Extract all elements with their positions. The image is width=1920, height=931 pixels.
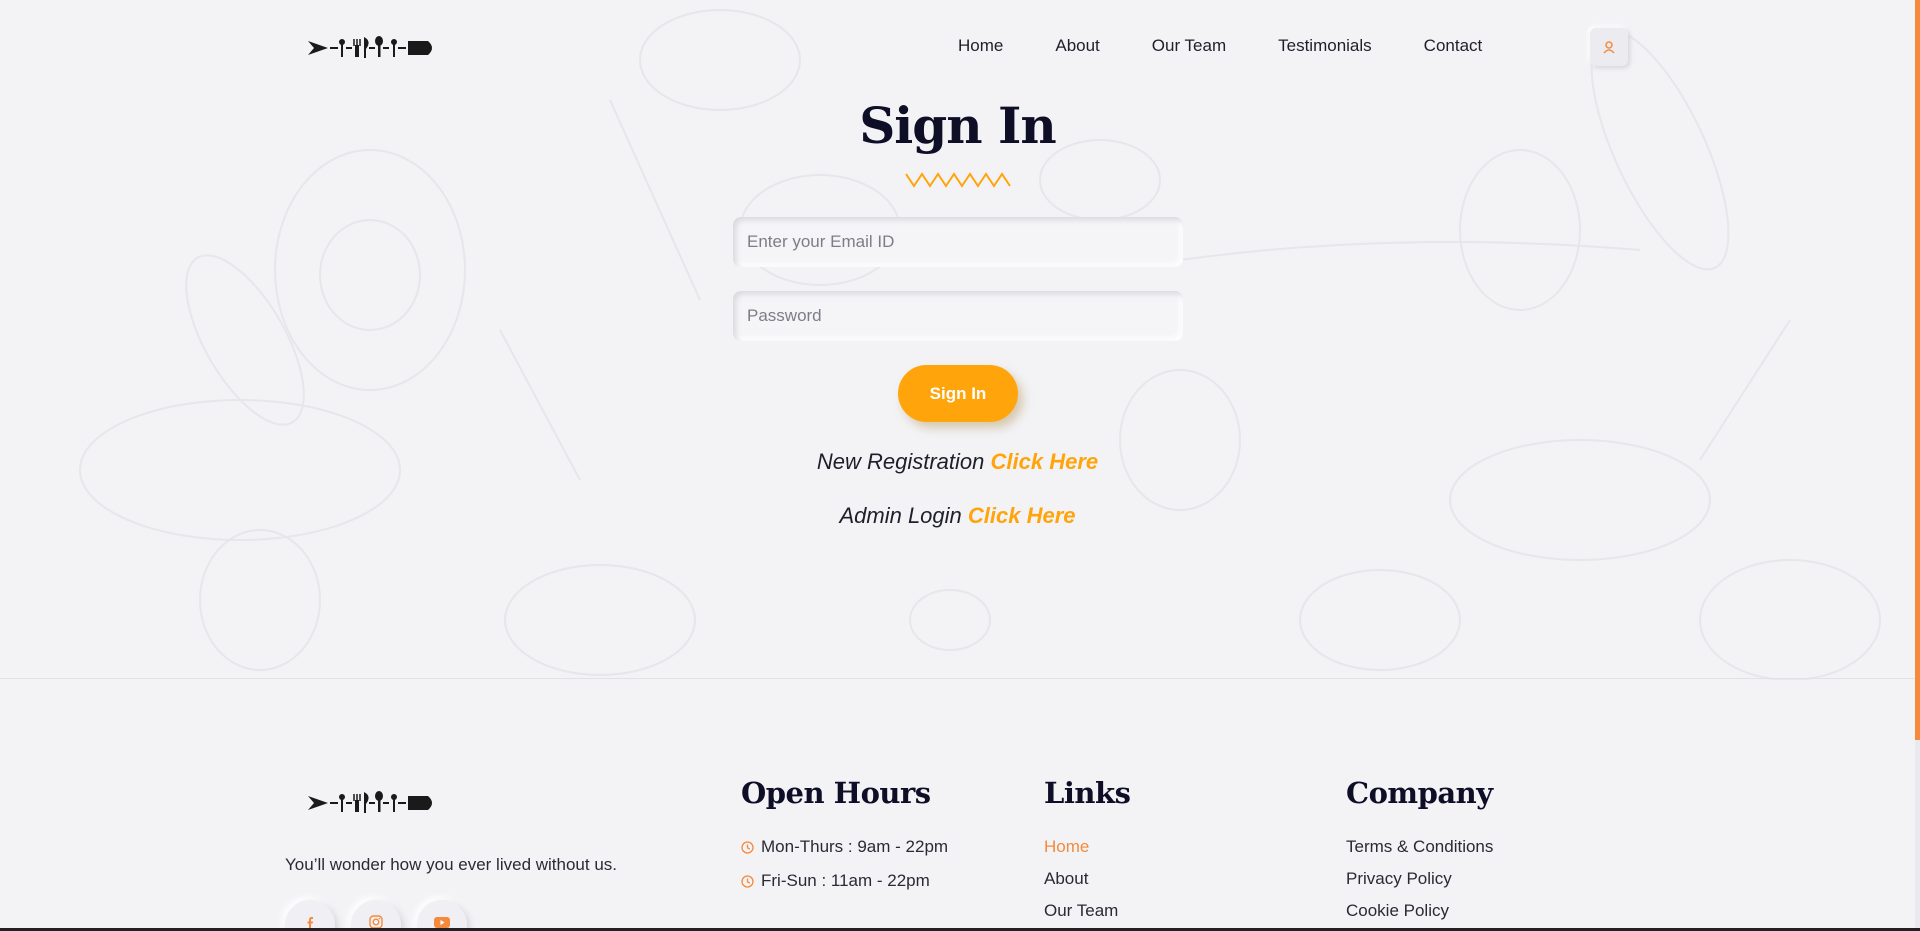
password-field[interactable]: [733, 291, 1183, 341]
page-title: Sign In: [859, 96, 1057, 155]
hours-text: Fri-Sun : 11am - 22pm: [761, 871, 930, 890]
sign-in-button[interactable]: Sign In: [898, 365, 1018, 422]
hours-text: Mon-Thurs : 9am - 22pm: [761, 837, 949, 856]
nav-home[interactable]: Home: [958, 36, 1003, 56]
footer-divider: [0, 678, 1915, 679]
footer-link-home[interactable]: Home: [1044, 837, 1089, 857]
header: Home About Our Team Testimonials Contact: [0, 0, 1915, 95]
open-hours-heading: Open Hours: [741, 776, 931, 810]
footer-link-terms[interactable]: Terms & Conditions: [1346, 837, 1493, 857]
email-field[interactable]: [733, 217, 1183, 267]
hours-item: Mon-Thurs : 9am - 22pm: [741, 837, 948, 857]
nav-testimonials[interactable]: Testimonials: [1278, 36, 1372, 56]
instagram-button[interactable]: [351, 900, 401, 931]
admin-login-line: Admin Login Click Here: [0, 503, 1915, 529]
scrollbar-thumb[interactable]: [1915, 0, 1920, 740]
footer-link-our-team[interactable]: Our Team: [1044, 901, 1118, 921]
hours-item: Fri-Sun : 11am - 22pm: [741, 871, 930, 891]
new-registration-link[interactable]: Click Here: [991, 449, 1099, 474]
youtube-button[interactable]: [417, 900, 467, 931]
footer-link-about[interactable]: About: [1044, 869, 1088, 889]
brand-logo[interactable]: [306, 33, 436, 63]
new-registration-text: New Registration: [816, 449, 985, 474]
admin-login-link[interactable]: Click Here: [968, 503, 1076, 528]
nav-contact[interactable]: Contact: [1424, 36, 1483, 56]
social-links: [285, 900, 467, 931]
links-heading: Links: [1044, 776, 1131, 810]
nav-our-team[interactable]: Our Team: [1152, 36, 1226, 56]
footer-tagline: You’ll wonder how you ever lived without…: [285, 855, 618, 874]
nav-about[interactable]: About: [1055, 36, 1099, 56]
footer-brand-logo[interactable]: [306, 788, 436, 818]
page: Home About Our Team Testimonials Contact…: [0, 0, 1920, 931]
new-registration-line: New Registration Click Here: [0, 449, 1915, 475]
user-icon: [1603, 41, 1615, 54]
company-heading: Company: [1346, 776, 1493, 810]
footer-link-privacy[interactable]: Privacy Policy: [1346, 869, 1452, 889]
scrollbar-track[interactable]: [1915, 740, 1920, 931]
user-account-button[interactable]: [1590, 28, 1628, 66]
footer-link-cookie[interactable]: Cookie Policy: [1346, 901, 1449, 921]
clock-icon: [741, 840, 754, 854]
facebook-button[interactable]: [285, 900, 335, 931]
clock-icon: [741, 874, 754, 888]
main-nav: Home About Our Team Testimonials Contact: [958, 36, 1482, 56]
zigzag-divider: [905, 172, 1011, 188]
admin-login-text: Admin Login: [839, 503, 962, 528]
